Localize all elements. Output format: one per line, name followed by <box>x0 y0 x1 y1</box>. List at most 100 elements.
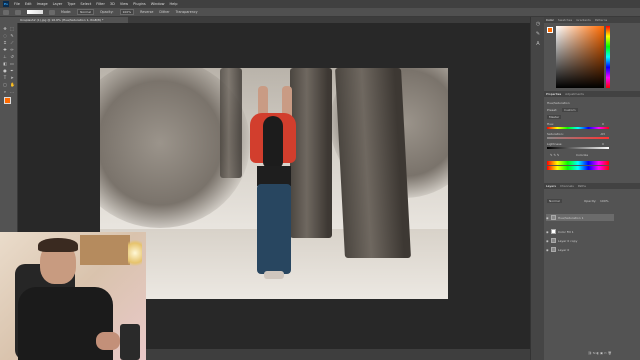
hue-label: Hue: <box>547 122 555 126</box>
options-bar: Mode: Normal Opacity: 100% Reverse Dithe… <box>0 8 640 17</box>
girl-hair <box>263 116 283 168</box>
dodge-tool-icon[interactable]: ● <box>3 69 7 73</box>
brush-tool-icon[interactable]: ✏ <box>10 48 14 52</box>
eye-icon[interactable]: ◉ <box>546 216 549 220</box>
saturation-value[interactable]: -63 <box>600 132 605 136</box>
tab-channels[interactable]: Channels <box>560 184 574 188</box>
menu-layer[interactable]: Layer <box>53 2 63 6</box>
menu-window[interactable]: Window <box>151 2 165 6</box>
history-brush-icon[interactable]: ↺ <box>10 55 14 59</box>
menu-select[interactable]: Select <box>80 2 91 6</box>
webcam-window-shelf <box>80 235 130 265</box>
tab-gradients[interactable]: Gradients <box>576 18 591 22</box>
preset-select[interactable]: Custom <box>562 108 578 112</box>
layer-opacity-value[interactable]: 100% <box>600 199 609 203</box>
color-panel-foreground-swatch[interactable] <box>547 27 553 33</box>
document-image[interactable] <box>100 68 448 299</box>
menu-image[interactable]: Image <box>37 2 48 6</box>
marquee-tool-icon[interactable]: ⬚ <box>10 27 14 31</box>
eraser-tool-icon[interactable]: ◧ <box>3 62 7 66</box>
quick-select-icon[interactable]: ✎ <box>10 34 14 38</box>
clone-stamp-icon[interactable]: ⊥ <box>3 55 7 59</box>
layers-panel-tabs: Layers Channels Paths <box>544 183 640 189</box>
reverse-checkbox[interactable]: Reverse <box>140 10 153 14</box>
girl-jeans <box>257 184 291 274</box>
layer-row-layer-copy[interactable]: ◉ Layer 0 copy <box>546 237 614 244</box>
layer-row-hue-saturation[interactable]: ◉ Hue/Saturation 1 <box>546 214 614 221</box>
crop-tool-icon[interactable]: ⌗ <box>3 41 7 45</box>
microphone <box>120 324 140 360</box>
image-thumbnail <box>551 247 556 252</box>
move-tool-icon[interactable]: ✥ <box>3 27 7 31</box>
type-tool-icon[interactable]: T <box>3 76 7 80</box>
layer-row-layer-0[interactable]: ◉ Layer 0 <box>546 246 614 253</box>
mode-select[interactable]: Normal <box>77 9 94 15</box>
preset-label: Preset: <box>547 108 558 112</box>
menu-edit[interactable]: Edit <box>25 2 32 6</box>
pen-tool-icon[interactable]: ✒ <box>10 69 14 73</box>
transparency-checkbox[interactable]: Transparency <box>176 10 198 14</box>
tab-swatches[interactable]: Swatches <box>558 18 572 22</box>
photoshop-window: Ps File Edit Image Layer Type Select Fil… <box>0 0 640 360</box>
blend-mode-select[interactable]: Normal <box>547 199 562 203</box>
character-panel-icon[interactable]: A <box>535 41 541 47</box>
layer-row-color-fill[interactable]: ◉ Color Fill 1 <box>546 228 614 235</box>
tab-paths[interactable]: Paths <box>578 184 586 188</box>
layer-name: Layer 0 copy <box>558 238 578 243</box>
more-tools-icon[interactable]: … <box>10 90 14 94</box>
hue-slider[interactable] <box>606 26 610 88</box>
right-panels: Color Swatches Gradients Patterns Proper… <box>544 17 640 360</box>
menu-3d[interactable]: 3D <box>110 2 115 6</box>
hue-adjust-slider[interactable] <box>547 127 609 129</box>
layer-actions-bar[interactable]: ⛓ fx ◐ ▣ ▭ 🗑 <box>588 351 612 355</box>
tab-patterns[interactable]: Patterns <box>595 18 607 22</box>
healing-brush-icon[interactable]: ✚ <box>3 48 7 52</box>
shape-tool-icon[interactable]: ▢ <box>3 83 7 87</box>
gradient-picker[interactable] <box>27 10 43 14</box>
menu-view[interactable]: View <box>120 2 128 6</box>
zoom-tool-icon[interactable]: ⌕ <box>3 90 7 94</box>
gradient-style-icon[interactable] <box>49 9 55 15</box>
lasso-tool-icon[interactable]: ◌ <box>3 34 7 38</box>
foreground-color-swatch[interactable] <box>4 97 11 104</box>
menu-filter[interactable]: Filter <box>96 2 105 6</box>
color-picker-field[interactable] <box>556 26 604 88</box>
tab-layers[interactable]: Layers <box>546 184 556 188</box>
menu-help[interactable]: Help <box>170 2 178 6</box>
menu-file[interactable]: File <box>14 2 20 6</box>
dither-checkbox[interactable]: Dither <box>159 10 169 14</box>
eye-icon[interactable]: ◉ <box>546 248 549 252</box>
adjustment-thumbnail <box>551 215 556 220</box>
lightness-value[interactable]: 0 <box>602 142 604 146</box>
brush-settings-icon[interactable]: ✎ <box>535 31 541 37</box>
home-icon[interactable] <box>3 9 9 15</box>
eyedropper-icon[interactable]: ⟋ <box>10 41 14 45</box>
tree-trunk-left <box>220 68 242 178</box>
eye-icon[interactable]: ◉ <box>546 230 549 234</box>
gradient-tool-icon[interactable]: ▭ <box>10 62 14 66</box>
history-panel-icon[interactable]: ◷ <box>535 21 541 27</box>
menu-bar: Ps File Edit Image Layer Type Select Fil… <box>0 0 640 8</box>
tab-color[interactable]: Color <box>546 18 554 22</box>
tree-trunk-middle <box>290 68 332 238</box>
properties-title: Hue/Saturation <box>547 101 570 105</box>
presenter-body <box>18 287 113 360</box>
tab-adjustments[interactable]: Adjustments <box>565 92 584 96</box>
colorize-checkbox[interactable]: Colorize <box>576 153 588 157</box>
path-select-icon[interactable]: ➤ <box>10 76 14 80</box>
hue-value[interactable]: 0 <box>602 122 604 126</box>
tab-properties[interactable]: Properties <box>546 92 561 96</box>
channel-select[interactable]: Master <box>547 115 562 119</box>
menu-type[interactable]: Type <box>67 2 75 6</box>
opacity-input[interactable]: 100% <box>119 9 135 15</box>
saturation-slider[interactable] <box>547 137 609 139</box>
fill-thumbnail <box>551 229 556 234</box>
webcam-lamp <box>128 238 142 268</box>
eye-icon[interactable]: ◉ <box>546 239 549 243</box>
saturation-label: Saturation: <box>547 132 564 136</box>
eyedropper-icon[interactable]: ✎ ✎ ✎ <box>550 153 559 157</box>
lightness-slider[interactable] <box>547 147 609 149</box>
hand-tool-icon[interactable]: ✋ <box>10 83 15 87</box>
menu-plugins[interactable]: Plugins <box>133 2 146 6</box>
gradient-tool-icon[interactable] <box>15 9 21 15</box>
